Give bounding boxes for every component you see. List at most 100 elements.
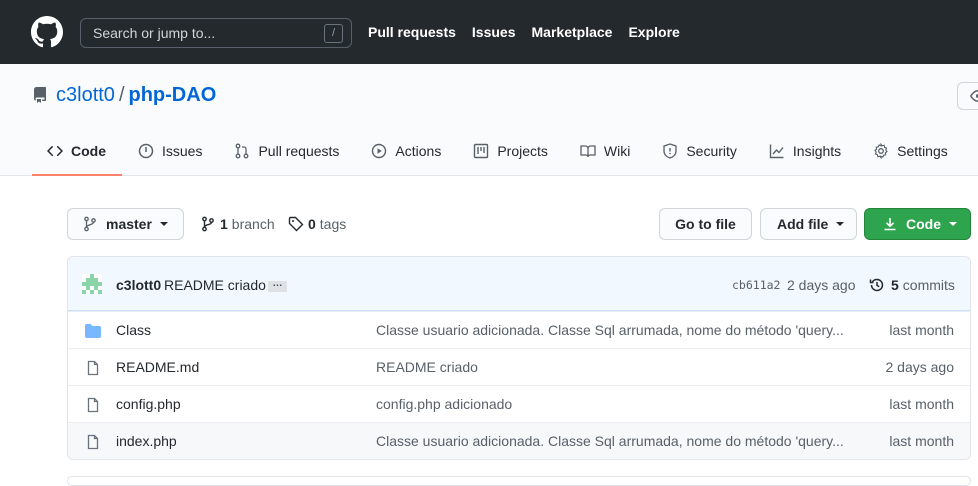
file-icon (87, 434, 99, 450)
tab-actions[interactable]: Actions (355, 128, 457, 176)
download-icon (884, 218, 896, 231)
tab-label: Actions (395, 143, 442, 159)
graph-icon (769, 144, 784, 159)
tab-pull-requests[interactable]: Pull requests (218, 128, 355, 176)
issue-icon (138, 143, 154, 159)
watch-button[interactable] (957, 82, 978, 110)
tags-link[interactable]: 0 tags (288, 216, 346, 232)
global-header: Search or jump to... / Pull requests Iss… (0, 0, 978, 64)
file-commit-message[interactable]: config.php adicionado (376, 396, 512, 412)
shield-icon (663, 143, 677, 159)
tab-settings[interactable]: Settings (857, 128, 964, 176)
repo-separator: / (118, 84, 125, 106)
file-name-link[interactable]: index.php (116, 433, 177, 449)
file-icon (87, 360, 99, 376)
tag-icon (288, 216, 304, 232)
commits-history-link[interactable]: 5 commits (869, 277, 955, 293)
github-logo-icon[interactable] (31, 16, 63, 48)
add-file-button[interactable]: Add file (760, 208, 857, 240)
keyboard-shortcut-badge: / (324, 24, 343, 43)
nav-explore[interactable]: Explore (628, 24, 679, 40)
branch-icon (202, 216, 214, 232)
commit-message-link[interactable]: README criado (164, 277, 266, 293)
repo-tabs: Code Issues Pull requests Actions Projec… (32, 128, 964, 176)
chevron-down-icon (836, 222, 845, 226)
avatar[interactable] (82, 274, 102, 294)
history-icon (869, 278, 884, 292)
tab-insights[interactable]: Insights (753, 128, 857, 176)
tab-label: Pull requests (258, 143, 340, 159)
latest-commit-bar: c3lott0 README criado … cb611a2 2 days a… (68, 257, 970, 311)
pull-request-icon (236, 143, 249, 159)
repo-owner-link[interactable]: c3lott0 (56, 84, 115, 106)
eye-icon (970, 90, 978, 102)
repo-title: c3lott0/php-DAO (56, 84, 216, 107)
branch-select-button[interactable]: master (67, 208, 184, 240)
code-download-button[interactable]: Code (864, 208, 971, 240)
file-name-link[interactable]: README.md (116, 359, 199, 375)
file-icon (87, 397, 99, 413)
expand-commit-button[interactable]: … (268, 279, 287, 292)
branch-count: 1 (220, 216, 228, 232)
branches-link[interactable]: 1 branch (200, 216, 275, 232)
nav-issues[interactable]: Issues (472, 24, 516, 40)
book-icon (580, 145, 596, 158)
tab-wiki[interactable]: Wiki (564, 128, 646, 176)
tab-code[interactable]: Code (32, 128, 122, 176)
tag-label: tags (319, 216, 347, 232)
gear-icon (874, 143, 888, 159)
file-commit-message[interactable]: README criado (376, 359, 478, 375)
search-input[interactable]: Search or jump to... / (80, 18, 352, 48)
folder-icon (85, 324, 101, 338)
repo-name-link[interactable]: php-DAO (129, 84, 217, 106)
tab-projects[interactable]: Projects (457, 128, 564, 176)
branch-label: branch (231, 216, 275, 232)
tab-label: Insights (792, 143, 842, 159)
repository-header: c3lott0/php-DAO Code Issues Pull request… (0, 64, 978, 176)
branch-name: master (106, 216, 152, 232)
tab-issues[interactable]: Issues (122, 128, 218, 176)
nav-pull-requests[interactable]: Pull requests (368, 24, 456, 40)
commit-count: 5 (891, 277, 899, 293)
file-age: last month (889, 322, 954, 338)
nav-marketplace[interactable]: Marketplace (532, 24, 613, 40)
tab-label: Projects (497, 143, 548, 159)
search-placeholder: Search or jump to... (93, 25, 216, 41)
file-commit-message[interactable]: Classe usuario adicionada. Classe Sql ar… (376, 322, 844, 338)
go-to-file-label: Go to file (675, 216, 736, 232)
file-row[interactable]: index.php Classe usuario adicionada. Cla… (68, 422, 970, 459)
file-name-link[interactable]: Class (116, 322, 151, 338)
code-icon (47, 145, 63, 157)
file-row[interactable]: README.md README criado 2 days ago (68, 348, 970, 385)
play-icon (372, 143, 387, 159)
commit-date: 2 days ago (787, 277, 856, 293)
commit-count-label: commits (902, 277, 955, 293)
tab-label: Security (686, 143, 737, 159)
tab-label: Settings (897, 143, 948, 159)
file-browser: c3lott0 README criado … cb611a2 2 days a… (67, 256, 971, 460)
file-name-link[interactable]: config.php (116, 396, 181, 412)
tab-label: Wiki (603, 143, 631, 159)
top-navigation: Pull requests Issues Marketplace Explore (368, 24, 680, 40)
tag-count: 0 (308, 216, 316, 232)
tab-label: Issues (162, 143, 203, 159)
file-row[interactable]: Class Classe usuario adicionada. Classe … (68, 311, 970, 348)
file-age: 2 days ago (885, 359, 955, 375)
chevron-down-icon (949, 222, 957, 226)
file-row[interactable]: config.php config.php adicionado last mo… (68, 385, 970, 422)
code-button-label: Code (906, 216, 941, 232)
tab-label: Code (71, 143, 106, 159)
go-to-file-button[interactable]: Go to file (659, 208, 752, 240)
tab-security[interactable]: Security (646, 128, 753, 176)
add-file-label: Add file (777, 216, 829, 232)
file-age: last month (889, 433, 954, 449)
repo-icon (34, 87, 46, 103)
readme-box (67, 476, 971, 486)
chevron-down-icon (159, 222, 168, 226)
branch-icon (84, 216, 96, 232)
commit-sha-link[interactable]: cb611a2 (732, 278, 780, 292)
commit-author-link[interactable]: c3lott0 (116, 277, 161, 293)
project-icon (474, 143, 489, 159)
file-age: last month (889, 396, 954, 412)
file-commit-message[interactable]: Classe usuario adicionada. Classe Sql ar… (376, 433, 844, 449)
